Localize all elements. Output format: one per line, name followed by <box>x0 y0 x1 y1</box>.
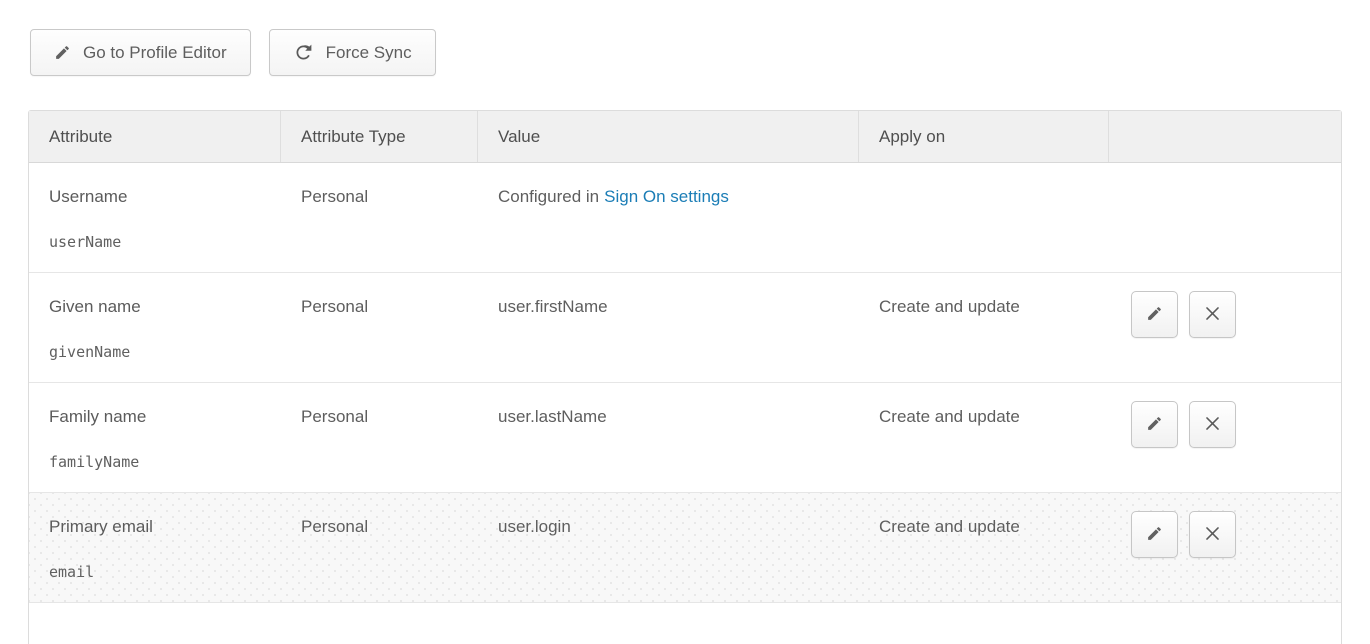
delete-attribute-button[interactable] <box>1189 291 1236 338</box>
table-row-family-name: Family name familyName Personal user.las… <box>29 383 1341 493</box>
header-apply-on: Apply on <box>859 111 1109 162</box>
edit-attribute-button[interactable] <box>1131 401 1178 448</box>
attribute-mapping-page: Go to Profile Editor Force Sync Attribut… <box>0 0 1370 644</box>
header-actions <box>1109 111 1341 162</box>
actions-cell <box>1109 383 1341 492</box>
sign-on-settings-link[interactable]: Sign On settings <box>604 187 729 206</box>
table-row-partial <box>29 603 1341 644</box>
go-to-profile-editor-button[interactable]: Go to Profile Editor <box>30 29 251 76</box>
attribute-cell: Given name givenName <box>29 273 281 382</box>
apply-on-cell: Create and update <box>859 493 1109 602</box>
delete-attribute-button[interactable] <box>1189 511 1236 558</box>
attribute-type-cell: Personal <box>281 163 478 272</box>
toolbar: Go to Profile Editor Force Sync <box>30 29 1342 76</box>
value-cell: user.firstName <box>478 273 859 382</box>
force-sync-label: Force Sync <box>326 43 412 63</box>
header-attribute-type: Attribute Type <box>281 111 478 162</box>
table-row-primary-email: Primary email email Personal user.login … <box>29 493 1341 603</box>
attribute-type-cell: Personal <box>281 273 478 382</box>
close-icon <box>1203 304 1222 326</box>
attribute-variable: userName <box>49 233 271 251</box>
apply-on-cell: Create and update <box>859 273 1109 382</box>
value-cell: user.lastName <box>478 383 859 492</box>
delete-attribute-button[interactable] <box>1189 401 1236 448</box>
pencil-icon <box>1146 305 1163 325</box>
edit-attribute-button[interactable] <box>1131 511 1178 558</box>
refresh-icon <box>293 42 314 63</box>
attribute-variable: familyName <box>49 453 271 471</box>
apply-on-cell: Create and update <box>859 383 1109 492</box>
attribute-cell: Primary email email <box>29 493 281 602</box>
attribute-variable: email <box>49 563 271 581</box>
attribute-type-cell: Personal <box>281 493 478 602</box>
pencil-icon <box>1146 415 1163 435</box>
actions-cell <box>1109 273 1341 382</box>
close-icon <box>1203 414 1222 436</box>
attribute-label: Family name <box>49 407 271 427</box>
apply-on-cell <box>859 163 1109 272</box>
table-row-username: Username userName Personal Configured in… <box>29 163 1341 273</box>
value-cell: Configured in Sign On settings <box>478 163 859 272</box>
value-text: Configured in <box>498 187 599 206</box>
edit-attribute-button[interactable] <box>1131 291 1178 338</box>
table-row-given-name: Given name givenName Personal user.first… <box>29 273 1341 383</box>
attribute-label: Username <box>49 187 271 207</box>
force-sync-button[interactable]: Force Sync <box>269 29 436 76</box>
attribute-type-cell: Personal <box>281 383 478 492</box>
value-cell: user.login <box>478 493 859 602</box>
actions-cell <box>1109 493 1341 602</box>
attribute-cell: Username userName <box>29 163 281 272</box>
header-attribute: Attribute <box>29 111 281 162</box>
pencil-icon <box>54 44 71 61</box>
close-icon <box>1203 524 1222 546</box>
attribute-variable: givenName <box>49 343 271 361</box>
actions-cell <box>1109 163 1341 272</box>
attribute-mappings-table: Attribute Attribute Type Value Apply on … <box>28 110 1342 644</box>
table-header-row: Attribute Attribute Type Value Apply on <box>29 111 1341 163</box>
attribute-label: Primary email <box>49 517 271 537</box>
pencil-icon <box>1146 525 1163 545</box>
header-value: Value <box>478 111 859 162</box>
go-to-profile-editor-label: Go to Profile Editor <box>83 43 227 63</box>
attribute-cell: Family name familyName <box>29 383 281 492</box>
attribute-label: Given name <box>49 297 271 317</box>
